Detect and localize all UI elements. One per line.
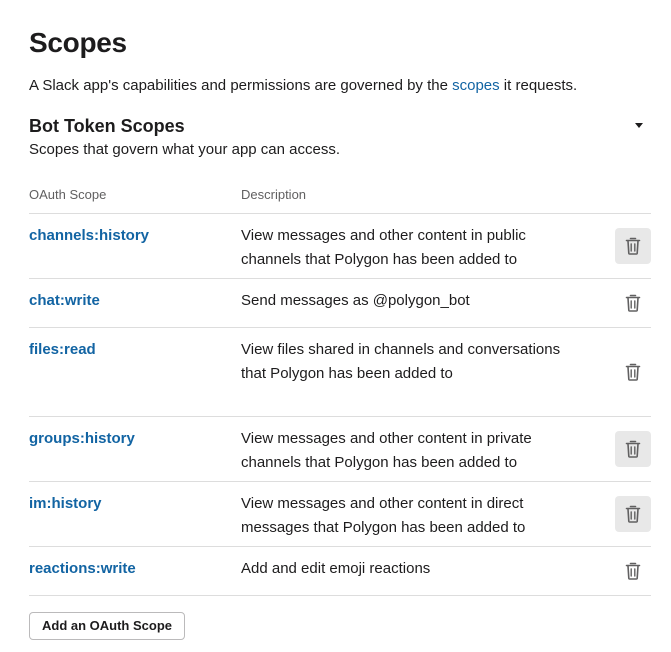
trash-icon[interactable] xyxy=(615,496,651,532)
scope-description: Add and edit emoji reactions xyxy=(241,560,431,577)
add-oauth-scope-button[interactable]: Add an OAuth Scope xyxy=(29,612,185,640)
scope-description: Send messages as @polygon_bot xyxy=(241,292,470,309)
scope-description: View messages and other content in priva… xyxy=(241,430,532,471)
table-row: channels:history View messages and other … xyxy=(29,214,651,279)
trash-icon[interactable] xyxy=(615,354,651,390)
table-row: files:read View files shared in channels … xyxy=(29,328,651,417)
trash-icon[interactable] xyxy=(615,431,651,467)
table-row: reactions:write Add and edit emoji reacti… xyxy=(29,547,651,596)
table-row: chat:write Send messages as @polygon_bot xyxy=(29,279,651,328)
scope-description: View files shared in channels and conver… xyxy=(241,341,561,382)
table-body: channels:history View messages and other … xyxy=(29,214,651,596)
scope-name-link[interactable]: channels:history xyxy=(29,226,149,246)
trash-icon[interactable] xyxy=(615,553,651,589)
scope-name-link[interactable]: im:history xyxy=(29,494,102,514)
scopes-table: OAuth Scope Description channels:history… xyxy=(29,180,651,596)
scope-name-link[interactable]: reactions:write xyxy=(29,559,136,579)
page-title: Scopes xyxy=(29,27,127,58)
scope-description: View messages and other content in publi… xyxy=(241,227,526,268)
trash-icon[interactable] xyxy=(615,228,651,264)
column-header-description: Description xyxy=(241,187,307,202)
table-header: OAuth Scope Description xyxy=(29,180,651,214)
scope-name-link[interactable]: groups:history xyxy=(29,429,135,449)
intro-text-before: A Slack app's capabilities and permissio… xyxy=(29,77,453,94)
table-row: groups:history View messages and other co… xyxy=(29,417,651,482)
section-subtitle: Scopes that govern what your app can acc… xyxy=(29,141,341,158)
scope-description: View messages and other content in direc… xyxy=(241,495,526,536)
column-header-oauth-scope: OAuth Scope xyxy=(29,187,107,202)
table-row: im:history View messages and other conten… xyxy=(29,482,651,547)
scope-name-link[interactable]: chat:write xyxy=(29,291,100,311)
scope-name-link[interactable]: files:read xyxy=(29,340,96,360)
section-title: Bot Token Scopes xyxy=(29,116,185,136)
scopes-link[interactable]: scopes xyxy=(452,77,500,94)
caret-down-icon[interactable] xyxy=(632,118,646,132)
trash-icon[interactable] xyxy=(615,285,651,321)
intro-text: A Slack app's capabilities and permissio… xyxy=(29,75,577,97)
intro-text-after: it requests. xyxy=(499,77,578,94)
